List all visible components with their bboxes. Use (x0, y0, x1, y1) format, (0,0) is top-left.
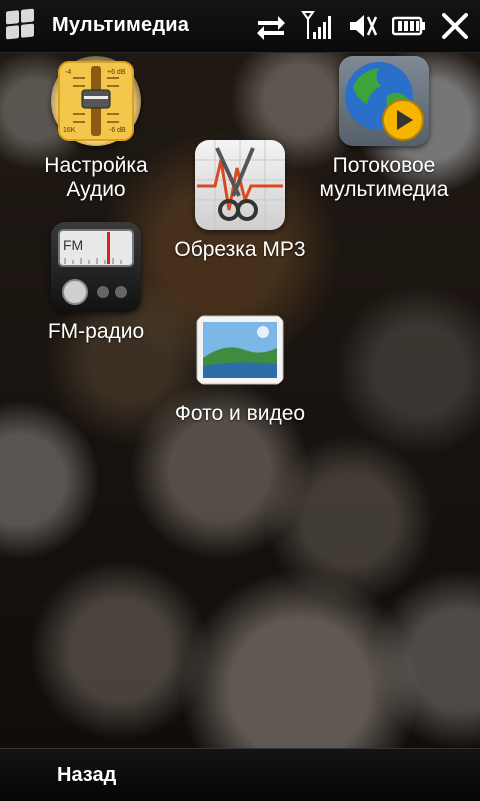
photos-videos-icon (195, 314, 285, 386)
app-label: Потоковое мультимедиа (319, 154, 449, 201)
battery-icon[interactable] (392, 10, 426, 42)
audio-settings-icon: -4 +6 dB 16K -6 dB (51, 56, 141, 146)
app-label: Настройка Аудио (44, 154, 148, 201)
tick-label-plus6db: +6 dB (107, 69, 126, 76)
tick-label-minus4: -4 (65, 69, 71, 76)
fm-label: FM (63, 237, 83, 253)
speaker-muted-icon[interactable] (346, 10, 380, 42)
page-title: Мультимедиа (52, 14, 190, 36)
app-label: Фото и видео (174, 402, 306, 425)
fm-radio-icon: FM (51, 222, 141, 312)
back-button[interactable]: Назад (57, 764, 116, 787)
app-streaming-media[interactable]: Потоковое мультимедиа (304, 56, 464, 202)
tick-label-minus6db: -6 dB (109, 127, 126, 134)
app-label: Обрезка MP3 (174, 238, 306, 261)
data-sync-icon[interactable] (254, 10, 288, 42)
signal-icon[interactable] (300, 10, 334, 42)
mp3-trimmer-icon (195, 140, 285, 230)
windows-start-icon[interactable] (6, 8, 34, 40)
close-icon[interactable] (438, 10, 472, 42)
soft-key-bar: Назад (0, 748, 480, 801)
app-photos-videos[interactable]: Фото и видео (160, 314, 320, 426)
streaming-media-icon (339, 56, 429, 146)
title-bar: Мультимедиа (0, 0, 480, 53)
app-label: FM-радио (47, 320, 145, 343)
app-audio-settings[interactable]: -4 +6 dB 16K -6 dB Настройка Аудио (26, 56, 166, 202)
tick-label-16k: 16K (63, 127, 76, 134)
app-fm-radio[interactable]: FM FM-радио (26, 222, 166, 344)
app-mp3-trimmer[interactable]: Обрезка MP3 (160, 140, 320, 262)
status-icons (254, 8, 472, 44)
